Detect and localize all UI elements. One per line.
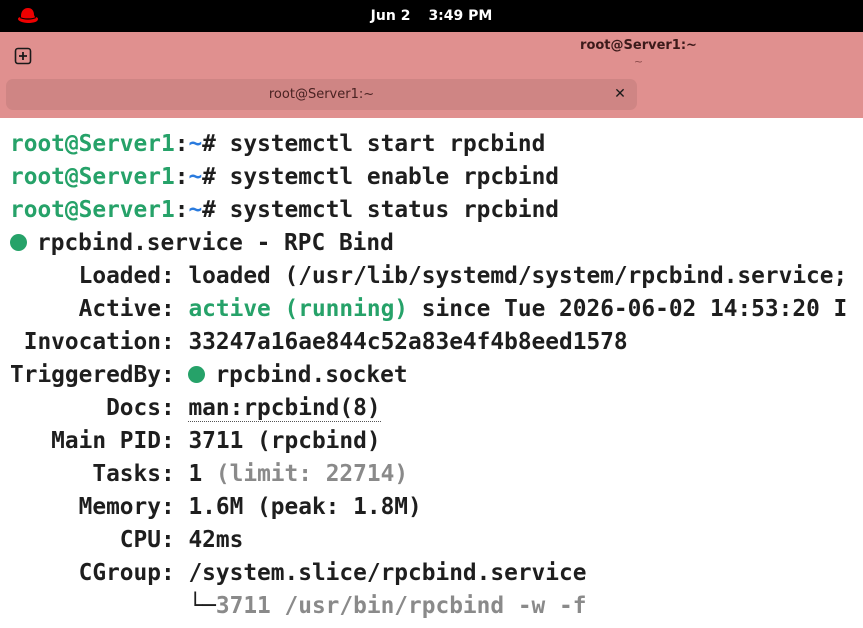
tasks-limit: (limit: 22714) — [202, 461, 409, 487]
prompt-user: root@Server1 — [10, 197, 175, 223]
triggered-value: rpcbind.socket — [215, 362, 408, 388]
cgroup-label: CGroup: — [10, 560, 189, 586]
mainpid-label: Main PID: — [10, 428, 189, 454]
window-title: root@Server1:~ — [580, 38, 697, 53]
status-dot-icon — [10, 234, 27, 251]
status-cpu-line: CPU: 42ms — [10, 524, 244, 557]
status-memory-line: Memory: 1.6M (peak: 1.8M) — [10, 491, 422, 524]
docs-link[interactable]: man:rpcbind(8) — [188, 395, 381, 422]
command-line: root@Server1:~# systemctl status rpcbind — [10, 194, 559, 227]
status-invocation-line: Invocation: 33247a16ae844c52a83e4f4b8eed… — [10, 326, 628, 359]
top-bar: Jun 2 3:49 PM — [0, 0, 863, 32]
prompt-symbol: # — [202, 131, 230, 157]
status-process-line: └─3711 /usr/bin/rpcbind -w -f — [10, 590, 586, 623]
cgroup-value: /system.slice/rpcbind.service — [188, 560, 587, 586]
cpu-label: CPU: — [10, 527, 189, 553]
process-tree-branch: └─ — [10, 593, 216, 619]
terminal-output[interactable]: root@Server1:~# systemctl start rpcbind … — [0, 118, 863, 628]
tasks-label: Tasks: — [10, 461, 189, 487]
prompt-sep: : — [174, 164, 189, 190]
clock[interactable]: Jun 2 3:49 PM — [0, 0, 863, 32]
active-since: since Tue 2026-06-02 14:53:20 I — [408, 296, 848, 322]
triggered-label: TriggeredBy: — [10, 362, 189, 388]
status-tasks-line: Tasks: 1 (limit: 22714) — [10, 458, 408, 491]
prompt-path: ~ — [188, 131, 203, 157]
process-value: 3711 /usr/bin/rpcbind -w -f — [215, 593, 587, 619]
prompt-path: ~ — [188, 164, 203, 190]
tab-terminal[interactable]: root@Server1:~ ✕ — [6, 79, 637, 110]
command-line: root@Server1:~# systemctl enable rpcbind — [10, 161, 559, 194]
loaded-value: loaded (/usr/lib/systemd/system/rpcbind.… — [188, 263, 848, 289]
status-active-line: Active: active (running) since Tue 2026-… — [10, 293, 848, 326]
docs-label: Docs: — [10, 395, 189, 421]
active-state: active (running) — [188, 296, 409, 322]
close-icon[interactable]: ✕ — [611, 85, 629, 103]
command-text: systemctl status rpcbind — [229, 197, 560, 223]
prompt-path: ~ — [188, 197, 203, 223]
active-label: Active: — [10, 296, 189, 322]
status-triggeredby-line: TriggeredBy: rpcbind.socket — [10, 359, 408, 392]
command-line: root@Server1:~# systemctl start rpcbind — [10, 128, 545, 161]
memory-value: 1.6M (peak: 1.8M) — [188, 494, 422, 520]
prompt-symbol: # — [202, 164, 230, 190]
prompt-user: root@Server1 — [10, 164, 175, 190]
unit-name: rpcbind.service - RPC Bind — [37, 230, 394, 256]
prompt-symbol: # — [202, 197, 230, 223]
clock-date: Jun 2 — [370, 8, 411, 24]
tab-label: root@Server1:~ — [268, 87, 375, 102]
clock-time: 3:49 PM — [428, 8, 493, 24]
status-mainpid-line: Main PID: 3711 (rpcbind) — [10, 425, 381, 458]
invocation-label: Invocation: — [10, 329, 189, 355]
tasks-value: 1 — [188, 461, 203, 487]
mainpid-value: 3711 (rpcbind) — [188, 428, 381, 454]
status-cgroup-line: CGroup: /system.slice/rpcbind.service — [10, 557, 587, 590]
invocation-value: 33247a16ae844c52a83e4f4b8eed1578 — [188, 329, 628, 355]
loaded-label: Loaded: — [10, 263, 189, 289]
socket-dot-icon — [188, 366, 206, 383]
status-unit-line: rpcbind.service - RPC Bind — [10, 227, 394, 260]
prompt-sep: : — [174, 131, 189, 157]
window-subtitle: ~ — [633, 55, 644, 68]
terminal-headerbar: root@Server1:~ ~ root@Server1:~ ✕ — [0, 32, 863, 118]
status-loaded-line: Loaded: loaded (/usr/lib/systemd/system/… — [10, 260, 848, 293]
prompt-user: root@Server1 — [10, 131, 175, 157]
status-docs-line: Docs: man:rpcbind(8) — [10, 392, 381, 425]
memory-label: Memory: — [10, 494, 189, 520]
command-text: systemctl enable rpcbind — [229, 164, 560, 190]
command-text: systemctl start rpcbind — [229, 131, 546, 157]
cpu-value: 42ms — [188, 527, 244, 553]
prompt-sep: : — [174, 197, 189, 223]
